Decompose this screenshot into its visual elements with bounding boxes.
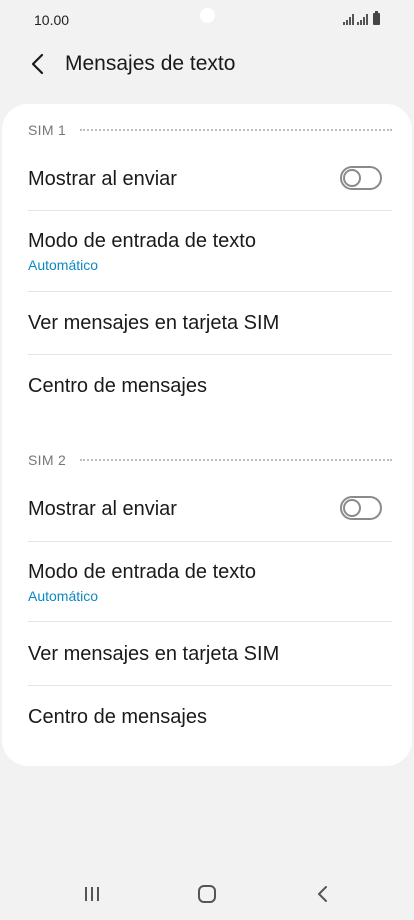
row-title: Ver mensajes en tarjeta SIM: [28, 312, 280, 334]
row-show-on-send-sim2[interactable]: Mostrar al enviar: [2, 478, 412, 540]
recent-apps-icon: [85, 887, 99, 901]
signal-sim2-icon: [357, 14, 368, 25]
nav-back-icon: [318, 886, 327, 902]
row-title: Mostrar al enviar: [28, 168, 177, 190]
row-value: Automático: [28, 257, 99, 273]
status-time: 10.00: [34, 12, 70, 28]
row-view-sim-messages-sim1[interactable]: Ver mensajes en tarjeta SIM: [2, 292, 412, 354]
dotted-divider: [80, 459, 392, 461]
row-message-center-sim1[interactable]: Centro de mensajes: [2, 355, 412, 417]
section-header-sim2: SIM 2: [28, 450, 392, 470]
section-label: SIM 2: [28, 452, 67, 468]
back-button[interactable]: [22, 48, 52, 80]
row-input-mode-sim2[interactable]: Modo de entrada de texto Automático: [2, 542, 412, 622]
section-label: SIM 1: [28, 122, 67, 138]
screen: 10.00 Mensajes de texto SIM 1 Mostrar al…: [0, 0, 414, 920]
app-header: Mensajes de texto: [0, 40, 414, 88]
row-title: Modo de entrada de texto: [28, 230, 256, 252]
toggle-knob: [343, 169, 361, 187]
battery-icon: [373, 11, 380, 25]
home-icon: [198, 885, 216, 903]
row-title: Ver mensajes en tarjeta SIM: [28, 643, 280, 665]
navigation-bar: [0, 866, 414, 920]
row-value: Automático: [28, 588, 99, 604]
dotted-divider: [80, 129, 392, 131]
recent-apps-button[interactable]: [70, 880, 114, 908]
toggle-knob: [343, 499, 361, 517]
row-show-on-send-sim1[interactable]: Mostrar al enviar: [2, 148, 412, 210]
row-message-center-sim2[interactable]: Centro de mensajes: [2, 686, 412, 748]
row-title: Mostrar al enviar: [28, 498, 177, 520]
row-title: Centro de mensajes: [28, 375, 207, 397]
camera-cutout: [200, 8, 215, 23]
nav-back-button[interactable]: [300, 880, 344, 908]
signal-sim1-icon: [343, 14, 354, 25]
row-input-mode-sim1[interactable]: Modo de entrada de texto Automático: [2, 211, 412, 291]
status-icons: [343, 11, 380, 25]
status-bar: 10.00: [0, 0, 414, 40]
chevron-left-icon: [31, 53, 44, 75]
row-title: Modo de entrada de texto: [28, 561, 256, 583]
page-title: Mensajes de texto: [65, 52, 236, 75]
row-view-sim-messages-sim2[interactable]: Ver mensajes en tarjeta SIM: [2, 622, 412, 685]
settings-card: SIM 1 Mostrar al enviar Modo de entrada …: [2, 104, 412, 766]
toggle-show-on-send-sim2[interactable]: [340, 496, 382, 520]
toggle-show-on-send-sim1[interactable]: [340, 166, 382, 190]
home-button[interactable]: [185, 880, 229, 908]
section-header-sim1: SIM 1: [28, 120, 392, 140]
row-title: Centro de mensajes: [28, 706, 207, 728]
